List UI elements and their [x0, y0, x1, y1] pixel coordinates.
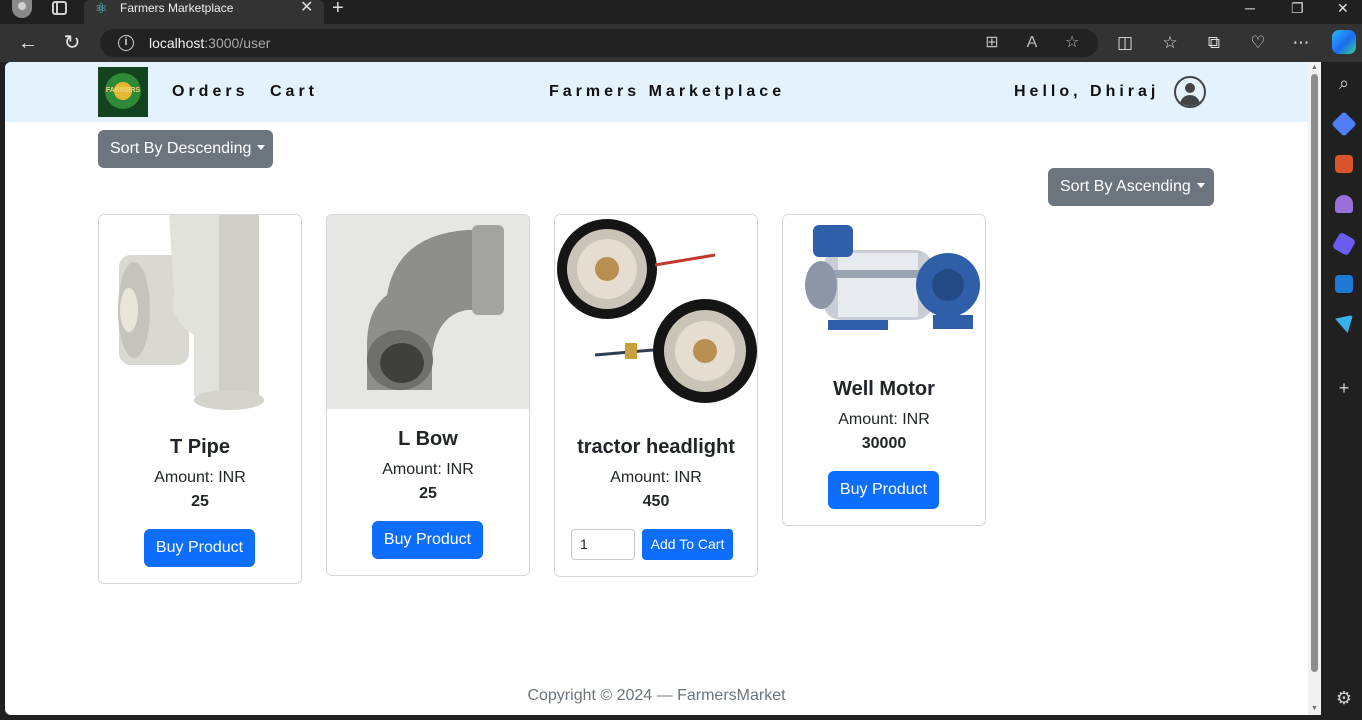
user-head-shape	[1185, 83, 1195, 93]
buy-product-button[interactable]: Buy Product	[828, 471, 939, 509]
product-amount-label: Amount: INR	[154, 469, 246, 486]
product-image	[783, 215, 985, 359]
product-card: Well Motor Amount: INR 30000 Buy Product	[782, 214, 986, 526]
product-amount-label: Amount: INR	[382, 461, 474, 478]
product-title: tractor headlight	[577, 436, 735, 458]
user-greeting: Hello, Dhiraj	[1014, 83, 1160, 100]
url-text[interactable]: localhost:3000/user	[149, 35, 270, 51]
product-card: tractor headlight Amount: INR 450 1 Add …	[554, 214, 758, 577]
product-price: 450	[642, 493, 670, 510]
sidebar-settings-gear-icon[interactable]: ⚙	[1332, 686, 1356, 710]
split-screen-icon[interactable]: ◫	[1115, 33, 1135, 53]
react-favicon-icon: ⚛	[95, 0, 108, 16]
site-navbar: FARMERS Orders Cart Farmers Marketplace …	[5, 62, 1308, 122]
sort-ascending-label: Sort By Ascending	[1060, 178, 1191, 195]
scroll-thumb[interactable]	[1311, 74, 1318, 672]
restore-icon[interactable]: ❐	[1291, 0, 1304, 16]
read-aloud-icon[interactable]: A	[1022, 33, 1042, 53]
outlook-icon[interactable]	[1335, 275, 1353, 293]
scroll-down-icon[interactable]: ▼	[1308, 703, 1321, 715]
drop-send-icon[interactable]	[1335, 315, 1353, 333]
product-image	[327, 215, 529, 409]
scroll-up-icon[interactable]: ▲	[1308, 62, 1321, 74]
microsoft-365-icon[interactable]	[1331, 231, 1357, 257]
logo-lettering: FARMERS	[105, 87, 141, 94]
more-menu-icon[interactable]: ⋯	[1291, 33, 1311, 53]
window-close-icon[interactable]: ✕	[1337, 0, 1349, 16]
games-icon[interactable]	[1335, 195, 1353, 213]
sort-ascending-dropdown[interactable]: Sort By Ascending	[1048, 168, 1214, 206]
favorites-icon[interactable]: ☆	[1160, 33, 1180, 53]
search-icon[interactable]: ⌕	[1332, 71, 1356, 95]
sort-descending-label: Sort By Descending	[110, 140, 252, 157]
minimize-icon[interactable]: ─	[1245, 0, 1255, 16]
user-account-icon[interactable]	[1174, 76, 1206, 108]
tab-close-icon[interactable]: ✕	[300, 0, 313, 16]
tab-title: Farmers Marketplace	[120, 1, 234, 15]
tab-actions-icon[interactable]	[52, 1, 67, 15]
page-scrollbar[interactable]: ▲ ▼	[1308, 62, 1321, 715]
browser-tab[interactable]: ⚛ Farmers Marketplace ✕	[84, 0, 324, 24]
copilot-icon[interactable]	[1332, 30, 1356, 54]
nav-link-cart[interactable]: Cart	[270, 83, 318, 101]
product-card: T Pipe Amount: INR 25 Buy Product	[98, 214, 302, 584]
product-amount-label: Amount: INR	[610, 469, 702, 486]
address-bar[interactable]: i localhost:3000/user ⊞ A ☆	[100, 29, 1098, 57]
product-image	[555, 215, 757, 419]
sort-descending-dropdown[interactable]: Sort By Descending	[98, 130, 273, 168]
nav-link-orders[interactable]: Orders	[172, 83, 248, 101]
back-icon[interactable]: ←	[16, 31, 40, 55]
caret-down-icon	[1196, 183, 1205, 188]
buy-product-button[interactable]: Buy Product	[372, 521, 483, 559]
shopping-tag-icon[interactable]	[1331, 111, 1357, 137]
refresh-icon[interactable]: ↻	[60, 31, 84, 55]
product-price: 25	[419, 485, 437, 502]
site-info-icon[interactable]: i	[118, 35, 134, 51]
product-amount-label: Amount: INR	[838, 411, 930, 428]
browser-toolbar: ← ↻ i localhost:3000/user ⊞ A ☆ ◫ ☆ ⧉ ♡ …	[0, 24, 1362, 62]
product-image	[99, 215, 301, 415]
app-available-icon[interactable]: ⊞	[982, 33, 1002, 53]
product-price: 25	[191, 493, 209, 510]
caret-down-icon	[257, 145, 266, 150]
browser-tab-bar: ⚛ Farmers Marketplace ✕ + ─ ❐ ✕	[0, 0, 1362, 24]
favorite-star-icon[interactable]: ☆	[1062, 33, 1082, 53]
footer-copyright: Copyright © 2024 — FarmersMarket	[527, 687, 786, 704]
profile-avatar-icon[interactable]	[12, 0, 32, 18]
add-sidebar-app-icon[interactable]: +	[1332, 376, 1356, 400]
product-card: L Bow Amount: INR 25 Buy Product	[326, 214, 530, 576]
product-title: L Bow	[398, 428, 458, 450]
product-title: T Pipe	[169, 436, 230, 458]
brand-title[interactable]: Farmers Marketplace	[549, 83, 785, 101]
edge-sidebar: ⌕ + ⚙	[1326, 62, 1362, 720]
farmers-logo[interactable]: FARMERS	[98, 67, 148, 117]
product-price: 30000	[861, 435, 907, 452]
new-tab-icon[interactable]: +	[332, 0, 344, 18]
add-to-cart-button[interactable]: Add To Cart	[642, 529, 733, 560]
quantity-input[interactable]: 1	[571, 529, 635, 560]
browser-essentials-icon[interactable]: ♡	[1248, 33, 1268, 53]
user-body-shape	[1180, 95, 1200, 106]
tools-briefcase-icon[interactable]	[1335, 155, 1353, 173]
collections-icon[interactable]: ⧉	[1204, 33, 1224, 53]
page-viewport: FARMERS Orders Cart Farmers Marketplace …	[5, 62, 1321, 715]
product-title: Well Motor	[833, 378, 935, 400]
buy-product-button[interactable]: Buy Product	[144, 529, 255, 567]
